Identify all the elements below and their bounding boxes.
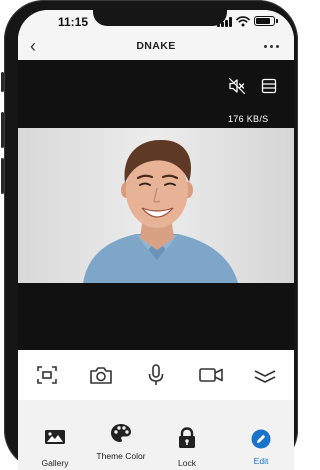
wifi-icon (236, 16, 250, 27)
lock-icon (179, 427, 195, 448)
speaker-mute-icon[interactable] (228, 77, 246, 95)
call-toolbar (18, 350, 294, 401)
phone-frame: 11:15 ‹ DNAKE 176 KB/S Gallery Theme Col… (1, 0, 298, 470)
collapse-icon[interactable] (252, 363, 278, 387)
app-screen: 11:15 ‹ DNAKE 176 KB/S Gallery Theme Col… (18, 10, 294, 470)
camera-feed (18, 128, 294, 283)
gallery-icon (45, 430, 65, 444)
battery-icon (254, 16, 278, 26)
page-title: DNAKE (136, 40, 176, 52)
volume-down-button (1, 158, 4, 194)
camera-icon[interactable] (88, 363, 114, 387)
mute-switch (1, 72, 4, 92)
screenshot-icon[interactable] (34, 363, 60, 387)
menu-label-edit: Edit (253, 456, 269, 466)
status-time: 11:15 (58, 15, 89, 29)
edit-icon (251, 429, 271, 449)
signal-icon (217, 17, 234, 27)
volume-up-button (1, 112, 4, 148)
microphone-icon[interactable] (143, 363, 169, 387)
more-options-icon[interactable] (264, 45, 280, 49)
video-panel: 176 KB/S (18, 60, 294, 350)
status-bar: 11:15 (18, 10, 294, 32)
visitor-image (18, 128, 294, 283)
layout-icon[interactable] (261, 78, 277, 94)
data-rate-label: 176 KB/S (228, 114, 269, 124)
notch (93, 10, 227, 26)
nav-bar: ‹ DNAKE (18, 32, 294, 60)
palette-icon (111, 424, 131, 442)
video-record-icon[interactable] (198, 363, 224, 387)
